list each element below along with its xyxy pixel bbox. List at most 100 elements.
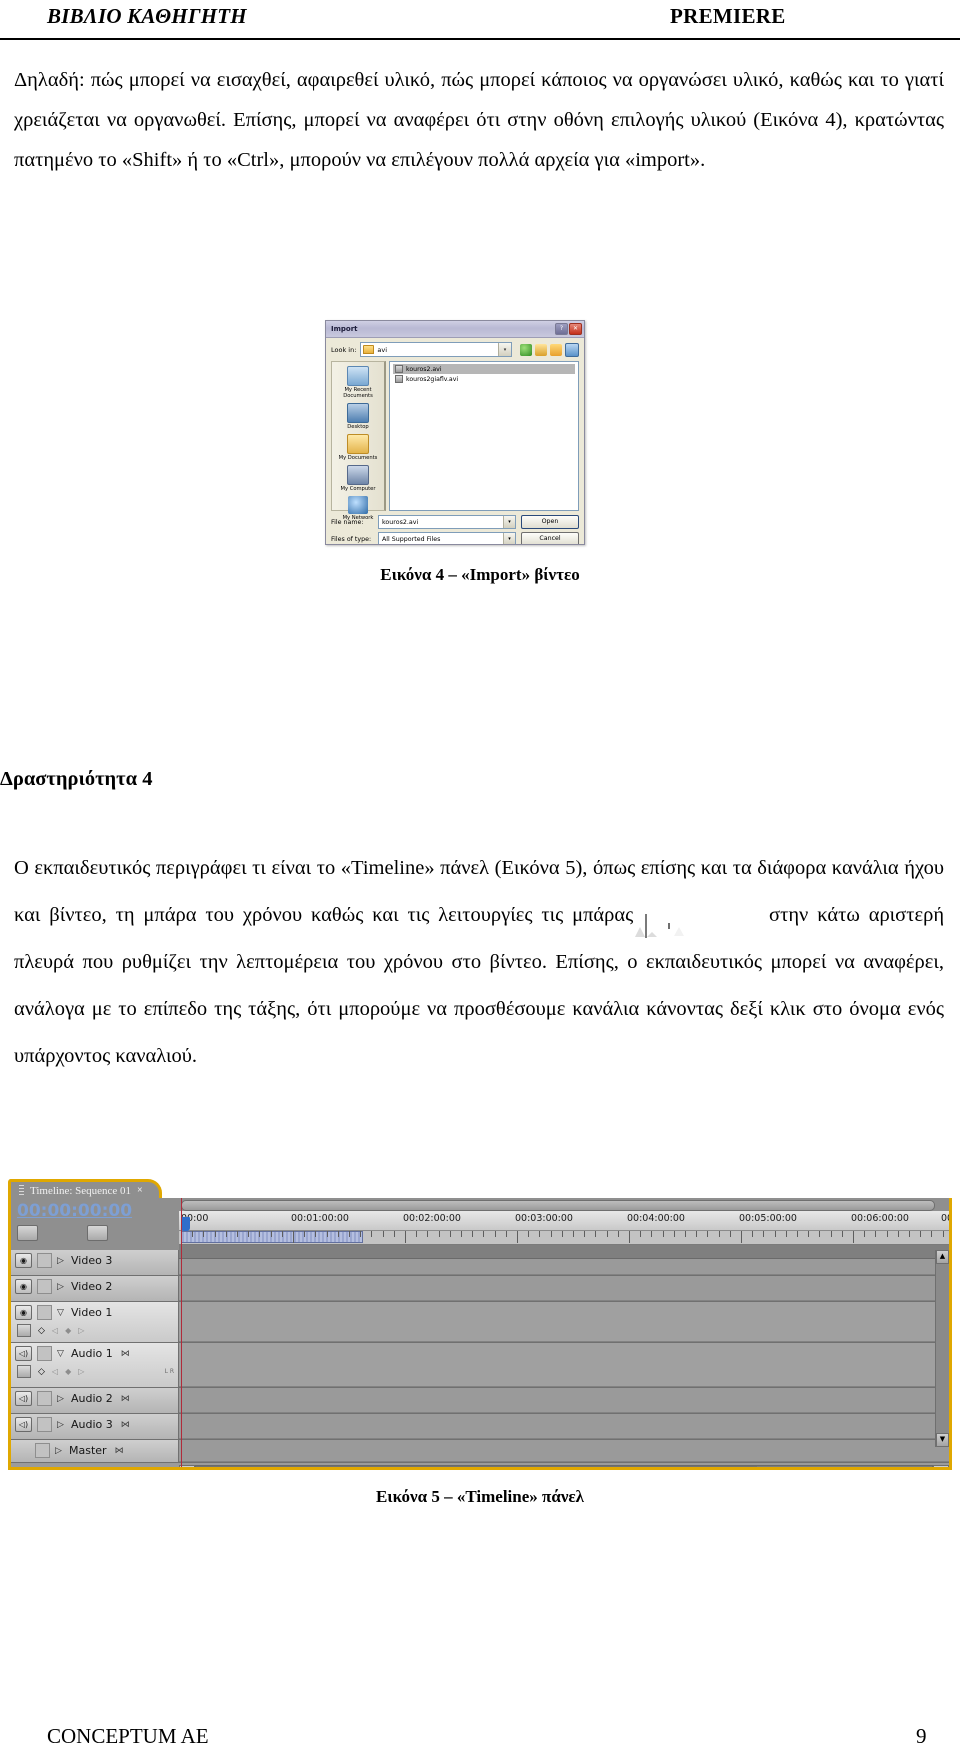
set-unnumbered-marker-icon[interactable] xyxy=(45,1226,59,1240)
speaker-icon[interactable]: ◁) xyxy=(15,1391,32,1406)
timeline-ruler[interactable]: 00:00 00:01:00:00 00:02:00:00 00:03:00:0… xyxy=(179,1211,949,1231)
cancel-button[interactable]: Cancel xyxy=(521,532,579,544)
chevron-down-icon[interactable]: ▽ xyxy=(57,1308,66,1318)
add-marker-icon[interactable] xyxy=(66,1226,80,1240)
scrollbar-track[interactable] xyxy=(195,1465,933,1467)
new-folder-icon[interactable] xyxy=(550,343,562,356)
place-my-documents[interactable]: My Documents xyxy=(333,434,383,461)
track-row[interactable]: ▷ Master ⋈ xyxy=(11,1440,949,1463)
add-keyframe-icon[interactable]: ◆ xyxy=(65,1367,71,1376)
back-icon[interactable] xyxy=(520,343,532,356)
track-lane[interactable] xyxy=(179,1343,949,1387)
track-row[interactable]: ◁) ▷ Audio 3 ⋈ xyxy=(11,1414,949,1440)
lock-toggle-icon[interactable] xyxy=(35,1443,50,1458)
close-icon[interactable]: ✕ xyxy=(569,323,582,335)
zoom-slider[interactable] xyxy=(635,914,685,939)
track-row[interactable]: ◁) ▽ Audio 1 ⋈ ◇ ◁ ◆ ▷ L R xyxy=(11,1343,949,1388)
set-display-style-icon[interactable] xyxy=(17,1324,31,1337)
place-my-computer[interactable]: My Computer xyxy=(333,465,383,492)
list-item[interactable]: kouros2giaflv.avi xyxy=(393,374,575,384)
zoom-out-icon[interactable] xyxy=(647,932,658,938)
track-row[interactable]: ◉ ▷ Video 2 xyxy=(11,1276,949,1302)
track-lane[interactable] xyxy=(179,1388,949,1413)
eye-icon[interactable]: ◉ xyxy=(15,1253,32,1268)
list-item[interactable]: kouros2.avi xyxy=(393,364,575,374)
zoom-slider-handle[interactable] xyxy=(674,927,685,937)
sequence-zoom-icon[interactable] xyxy=(87,1225,108,1241)
sync-lock-icon[interactable]: ⋈ xyxy=(115,1446,124,1456)
sync-lock-icon[interactable]: ⋈ xyxy=(121,1349,130,1359)
place-my-recent-documents[interactable]: My Recent Documents xyxy=(333,366,383,399)
timeline-vertical-scrollbar[interactable]: ▲ ▼ xyxy=(935,1250,949,1447)
chevron-down-icon[interactable]: ▾ xyxy=(503,533,515,544)
previous-keyframe-icon[interactable]: ◁ xyxy=(52,1367,58,1376)
track-lane[interactable] xyxy=(179,1302,949,1342)
current-time-indicator[interactable] xyxy=(181,1217,190,1231)
files-of-type-select[interactable]: All Supported Files ▾ xyxy=(378,532,516,544)
lock-toggle-icon[interactable] xyxy=(37,1253,52,1268)
scroll-up-icon[interactable]: ▲ xyxy=(936,1250,949,1264)
sync-lock-icon[interactable]: ⋈ xyxy=(121,1394,130,1404)
track-header-audio-3[interactable]: ◁) ▷ Audio 3 ⋈ xyxy=(11,1414,179,1439)
chevron-right-icon[interactable]: ▷ xyxy=(57,1420,66,1430)
next-keyframe-icon[interactable]: ▷ xyxy=(78,1367,84,1376)
track-row[interactable]: ◉ ▽ Video 1 ◇ ◁ ◆ ▷ xyxy=(11,1302,949,1343)
chevron-right-icon[interactable]: ▷ xyxy=(55,1446,64,1456)
track-header-audio-1[interactable]: ◁) ▽ Audio 1 ⋈ ◇ ◁ ◆ ▷ L R xyxy=(11,1343,179,1387)
chevron-down-icon[interactable]: ▾ xyxy=(503,516,515,528)
track-header-audio-2[interactable]: ◁) ▷ Audio 2 ⋈ xyxy=(11,1388,179,1413)
chevron-right-icon[interactable]: ▷ xyxy=(57,1282,66,1292)
chevron-right-icon[interactable]: ▷ xyxy=(57,1394,66,1404)
tab-timeline-sequence-01[interactable]: Timeline: Sequence 01 × xyxy=(8,1179,162,1199)
scroll-down-icon[interactable]: ▼ xyxy=(936,1433,949,1447)
timeline-horizontal-scrollbar[interactable]: ◀ ▶ xyxy=(179,1465,949,1467)
scrollbar-thumb[interactable] xyxy=(196,1466,758,1467)
file-list[interactable]: kouros2.avi kouros2giaflv.avi xyxy=(389,361,579,511)
chevron-down-icon[interactable]: ▽ xyxy=(57,1349,66,1359)
track-header-video-3[interactable]: ◉ ▷ Video 3 xyxy=(11,1250,179,1275)
add-keyframe-icon[interactable]: ◆ xyxy=(65,1326,71,1335)
lock-toggle-icon[interactable] xyxy=(37,1279,52,1294)
zoom-in-icon[interactable] xyxy=(635,927,646,938)
zoom-slider-track[interactable] xyxy=(668,923,671,930)
show-keyframes-icon[interactable]: ◇ xyxy=(38,1367,45,1377)
timeline-zoom-control[interactable] xyxy=(11,1466,179,1467)
timeline-zoom-scrollbar[interactable] xyxy=(181,1200,935,1211)
track-header-master[interactable]: ▷ Master ⋈ xyxy=(11,1440,179,1462)
current-timecode[interactable]: 00:00:00:00 xyxy=(17,1201,179,1221)
speaker-icon[interactable]: ◁) xyxy=(15,1346,32,1361)
track-header-video-1[interactable]: ◉ ▽ Video 1 ◇ ◁ ◆ ▷ xyxy=(11,1302,179,1342)
zoom-slider[interactable] xyxy=(16,1466,179,1467)
previous-keyframe-icon[interactable]: ◁ xyxy=(52,1326,58,1335)
eye-icon[interactable]: ◉ xyxy=(15,1305,32,1320)
views-icon[interactable] xyxy=(565,342,579,357)
snap-icon[interactable] xyxy=(17,1225,38,1241)
open-button[interactable]: Open xyxy=(521,515,579,529)
track-row[interactable]: ◁) ▷ Audio 2 ⋈ xyxy=(11,1388,949,1414)
file-name-input[interactable]: kouros2.avi ▾ xyxy=(378,515,516,529)
help-icon[interactable]: ? xyxy=(555,323,568,335)
lock-toggle-icon[interactable] xyxy=(37,1417,52,1432)
show-keyframes-icon[interactable]: ◇ xyxy=(38,1326,45,1336)
look-in-combobox[interactable]: avi ▾ xyxy=(360,342,512,357)
close-icon[interactable]: × xyxy=(137,1185,143,1196)
lock-toggle-icon[interactable] xyxy=(37,1391,52,1406)
place-desktop[interactable]: Desktop xyxy=(333,403,383,430)
panel-grip-icon[interactable] xyxy=(19,1185,24,1196)
track-lane[interactable] xyxy=(179,1440,949,1462)
track-lane[interactable] xyxy=(179,1276,949,1301)
lock-toggle-icon[interactable] xyxy=(37,1305,52,1320)
sync-lock-icon[interactable]: ⋈ xyxy=(121,1420,130,1430)
up-one-level-icon[interactable] xyxy=(535,343,547,356)
next-keyframe-icon[interactable]: ▷ xyxy=(78,1326,84,1335)
inline-zoom-slider[interactable] xyxy=(635,903,757,939)
track-header-video-2[interactable]: ◉ ▷ Video 2 xyxy=(11,1276,179,1301)
track-lane[interactable] xyxy=(179,1414,949,1439)
work-area-bar[interactable] xyxy=(181,1231,363,1243)
eye-icon[interactable]: ◉ xyxy=(15,1279,32,1294)
scroll-right-icon[interactable]: ▶ xyxy=(933,1465,949,1467)
chevron-right-icon[interactable]: ▷ xyxy=(57,1256,66,1266)
show-waveform-icon[interactable] xyxy=(17,1365,31,1378)
chevron-down-icon[interactable]: ▾ xyxy=(498,343,511,356)
lock-toggle-icon[interactable] xyxy=(37,1346,52,1361)
